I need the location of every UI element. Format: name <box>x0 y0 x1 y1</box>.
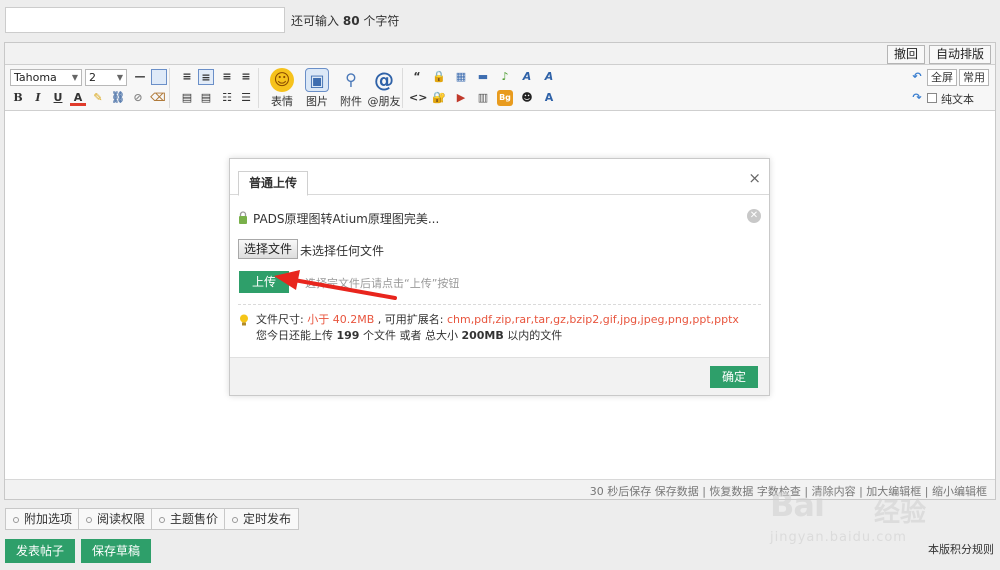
char-count: 80 <box>342 14 360 28</box>
dialog-footer: 确定 <box>230 357 769 395</box>
table-icon[interactable] <box>151 69 167 85</box>
emoji-button[interactable]: ☺ 表情 <box>265 68 299 108</box>
plain-text-checkbox[interactable] <box>927 93 937 103</box>
mention-button[interactable]: @ @朋友 <box>367 68 401 108</box>
red-arrow-annotation <box>274 270 397 300</box>
confirm-button[interactable]: 确定 <box>710 366 758 388</box>
extra-options-button[interactable]: 附加选项 <box>5 508 81 530</box>
lightbulb-icon <box>240 314 248 326</box>
common-button[interactable]: 常用 <box>959 69 989 86</box>
paperclip-icon: ⚲ <box>345 70 357 89</box>
float-left-icon[interactable]: ▤ <box>179 90 195 106</box>
media-tool-group: ☺ 表情 ▣ 图片 ⚲ 附件 @ @朋友 <box>263 68 403 108</box>
ordered-list-icon[interactable]: ☷ <box>219 90 235 106</box>
hide-content-icon[interactable]: 🔒 <box>431 69 447 85</box>
align-center-icon[interactable]: ≡ <box>198 69 214 85</box>
daily-quota: 您今日还能上传 199 个文件 或者 总大小 200MB 以内的文件 <box>256 329 563 342</box>
editor-toolbar: Tahoma ▼ 2 ▼ — B I U A ✎ ⛓ ⊘ ⌫ ≡ ≡ ≡ ≡ ▤ ▤… <box>5 65 995 111</box>
font-color-icon[interactable]: A <box>70 90 86 106</box>
align-tool-group: ≡ ≡ ≡ ≡ ▤ ▤ ☷ ☰ <box>175 68 259 108</box>
choose-file-button[interactable]: 选择文件 <box>238 239 299 259</box>
remove-file-icon[interactable]: ✕ <box>747 209 761 223</box>
editor-mode-tools: ↶ 全屏 常用 ↷ 纯文本 <box>909 68 989 108</box>
free-content-icon[interactable]: ▦ <box>453 69 469 85</box>
at-icon: @ <box>374 68 394 92</box>
clear-format-icon[interactable]: ⌫ <box>150 90 166 106</box>
bold-icon[interactable]: B <box>10 90 26 106</box>
topic-price-button[interactable]: 主题售价 <box>151 508 227 530</box>
subscript-icon[interactable]: A <box>541 90 557 106</box>
bullet-list-icon[interactable]: ☰ <box>238 90 254 106</box>
unlink-icon[interactable]: ⊘ <box>130 90 146 106</box>
file-name: PADS原理图转Atium原理图完美... <box>253 212 440 226</box>
link-icon[interactable]: ⛓ <box>110 90 126 106</box>
highlight-icon[interactable]: ✎ <box>90 90 106 106</box>
tab-normal-upload[interactable]: 普通上传 <box>238 171 309 196</box>
image-icon: ▣ <box>305 68 329 92</box>
save-draft-button[interactable]: 保存草稿 <box>81 539 152 563</box>
font-tool-group: Tahoma ▼ 2 ▼ — B I U A ✎ ⛓ ⊘ ⌫ <box>8 68 170 108</box>
subject-row: 还可输入 80 个字符 <box>5 7 995 33</box>
horizontal-rule-icon[interactable]: — <box>132 69 148 85</box>
editor-top-bar: 撤回 自动排版 <box>5 43 995 65</box>
redo-arrow-icon[interactable]: ↷ <box>909 90 925 106</box>
close-icon[interactable]: × <box>748 169 761 187</box>
file-size-limit: 文件尺寸: 小于 40.2MB , 可用扩展名: chm,pdf,zip,rar… <box>256 313 739 326</box>
insert-tool-group: “ 🔒 ▦ ▬ ♪ A A <> 🔐 ▶ ▥ Bg ☻ A <box>407 68 567 108</box>
align-right-icon[interactable]: ≡ <box>219 69 235 85</box>
align-left-icon[interactable]: ≡ <box>179 69 195 85</box>
subject-input[interactable] <box>5 7 285 33</box>
video-icon[interactable]: ▶ <box>453 90 469 106</box>
scheduled-post-button[interactable]: 定时发布 <box>224 508 300 530</box>
read-permission-button[interactable]: 阅读权限 <box>78 508 154 530</box>
float-right-icon[interactable]: ▤ <box>198 90 214 106</box>
char-limit-hint: 还可输入 80 个字符 <box>291 14 400 28</box>
font-family-select[interactable]: Tahoma ▼ <box>10 69 82 86</box>
plain-text-label: 纯文本 <box>941 93 974 106</box>
flash-icon[interactable]: ▬ <box>475 69 491 85</box>
qq-icon[interactable]: ☻ <box>519 90 535 106</box>
underline-icon[interactable]: U <box>50 90 66 106</box>
image-button[interactable]: ▣ 图片 <box>300 68 334 108</box>
superscript-icon[interactable]: A <box>541 69 557 85</box>
align-justify-icon[interactable]: ≡ <box>238 69 254 85</box>
font-size-select[interactable]: 2 ▼ <box>85 69 127 86</box>
uploaded-file-row: PADS原理图转Atium原理图完美... ✕ <box>238 209 761 227</box>
fullscreen-button[interactable]: 全屏 <box>927 69 957 86</box>
lock-icon <box>239 211 247 224</box>
undo-arrow-icon[interactable]: ↶ <box>909 69 925 85</box>
italic-icon[interactable]: I <box>30 90 46 106</box>
undo-button[interactable]: 撤回 <box>886 45 925 64</box>
quote-icon[interactable]: “ <box>409 69 425 85</box>
baidu-jingyan-watermark: Bai 经验 jingyan.baidu.com <box>770 486 927 545</box>
auto-format-button[interactable]: 自动排版 <box>928 45 991 64</box>
submit-post-button[interactable]: 发表帖子 <box>5 539 76 563</box>
page-icon[interactable]: ▥ <box>475 90 491 106</box>
no-file-chosen-text: 未选择任何文件 <box>300 244 385 258</box>
smiley-icon: ☺ <box>270 68 294 92</box>
dialog-header: 普通上传 × <box>230 159 769 196</box>
code-icon[interactable]: <> <box>409 90 427 106</box>
audio-icon[interactable]: ♪ <box>497 69 513 85</box>
font-style-icon[interactable]: A <box>519 69 535 85</box>
background-icon[interactable]: Bg <box>497 90 513 106</box>
dialog-divider <box>238 304 761 305</box>
password-icon[interactable]: 🔐 <box>431 90 447 106</box>
attachment-button[interactable]: ⚲ 附件 <box>334 68 368 108</box>
